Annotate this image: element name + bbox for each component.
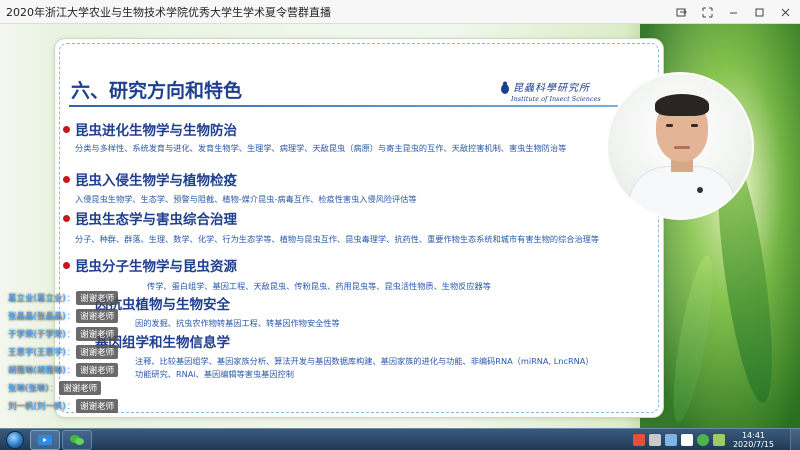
clock-time: 14:41 [741, 431, 766, 440]
chat-text: 谢谢老师 [76, 398, 119, 413]
chat-message: 张晶晶(张晶晶)：谢谢老师 [8, 307, 138, 324]
taskbar: 14:41 2020/7/15 [0, 428, 800, 450]
section-description-continued: 功能研究、RNAi、基因编辑等害虫基因控制 [135, 369, 294, 379]
chat-message: 于学荣(于学荣)：谢谢老师 [8, 325, 138, 342]
research-section: 昆虫生态学与害虫综合治理 分子、种群、群落、生理、数学、化学、行为生态学等、植物… [63, 208, 603, 245]
live-stream-stage: 六、研究方向和特色 昆蟲科學研究所 Institute of Insect Sc… [0, 24, 800, 428]
research-section: 基因组学和生物信息学 注释、比较基因组学、基因家族分析、算法开发与基因数据库构建… [95, 331, 635, 380]
chat-text: 谢谢老师 [76, 344, 119, 359]
section-description: 因的发掘、抗虫农作物转基因工程、转基因作物安全性等 [135, 318, 340, 328]
chat-overlay: 葛立业(葛立业)：谢谢老师 张晶晶(张晶晶)：谢谢老师 于学荣(于学荣)：谢谢老… [8, 289, 138, 415]
system-tray: 14:41 2020/7/15 [629, 429, 800, 450]
chat-message: 王思宇(王思宇)：谢谢老师 [8, 343, 138, 360]
chat-message: 葛立业(葛立业)：谢谢老师 [8, 289, 138, 306]
tray-app-icon[interactable] [648, 434, 661, 446]
clock-date: 2020/7/15 [732, 440, 774, 449]
chat-sender: 刘一帆(刘一帆) [8, 401, 66, 412]
logo-english-text: Institute of Insect Sciences [511, 95, 601, 103]
chat-sender: 胡雅琳(胡雅琳) [8, 365, 66, 376]
chat-text: 谢谢老师 [76, 290, 119, 305]
chat-sender: 于学荣(于学荣) [8, 329, 66, 340]
chat-text: 谢谢老师 [76, 362, 119, 377]
chat-text: 谢谢老师 [59, 380, 102, 395]
section-description: 注释、比较基因组学、基因家族分析、算法开发与基因数据库构建、基因家族的进化与功能… [135, 356, 594, 366]
bullet-icon [63, 125, 70, 133]
tray-app-icon[interactable] [664, 434, 677, 446]
institute-logo: 昆蟲科學研究所 Institute of Insect Sciences [499, 79, 615, 103]
research-section: 因抗虫植物与生物安全 因的发掘、抗虫农作物转基因工程、转基因作物安全性等 [95, 293, 635, 329]
section-heading: 昆虫分子生物学与昆虫资源 [75, 259, 237, 275]
window-title: 2020年浙江大学农业与生物技术学院优秀大学生学术夏令营群直播 [6, 5, 331, 19]
section-description: 入侵昆虫生物学、生态学、预警与阻截、植物-媒介昆虫-病毒互作、检疫性害虫入侵风险… [75, 194, 417, 204]
presenter-hair [655, 94, 709, 116]
presenter-webcam [606, 72, 754, 220]
restore-icon[interactable] [696, 1, 718, 23]
bullet-icon [63, 214, 70, 222]
chat-text: 谢谢老师 [76, 326, 119, 341]
security-icon[interactable] [696, 434, 709, 446]
section-description: 分子、种群、群落、生理、数学、化学、行为生态学等、植物与昆虫互作、昆虫毒理学、抗… [75, 234, 600, 244]
chat-sender: 葛立业(葛立业) [8, 293, 66, 304]
window-title-bar: 2020年浙江大学农业与生物技术学院优秀大学生学术夏令营群直播 [0, 0, 800, 24]
show-desktop-button[interactable] [790, 429, 800, 450]
chat-message: 刘一帆(刘一帆)：谢谢老师 [8, 397, 138, 414]
taskbar-app-wechat[interactable] [62, 430, 92, 450]
section-heading: 昆虫生态学与害虫综合治理 [75, 212, 237, 228]
section-heading: 昆虫入侵生物学与植物检疫 [75, 173, 237, 189]
section-description: 传学、蛋白组学、基因工程、天敌昆虫、传粉昆虫、药用昆虫等、昆虫活性物质、生物反应… [147, 281, 491, 291]
input-method-icon[interactable] [632, 434, 645, 446]
network-icon[interactable] [680, 434, 693, 446]
chat-message: 胡雅琳(胡雅琳)：谢谢老师 [8, 361, 138, 378]
chat-text: 谢谢老师 [76, 308, 119, 323]
window-controls [666, 0, 796, 24]
section-description: 分类与多样性、系统发育与进化、发育生物学、生理学、病理学、天敌昆虫（病原）与寄主… [75, 143, 567, 153]
chat-sender: 王思宇(王思宇) [8, 347, 66, 358]
volume-icon[interactable] [712, 434, 725, 446]
minimize-icon[interactable] [722, 1, 744, 23]
start-button[interactable] [2, 430, 28, 450]
title-divider [69, 105, 649, 107]
logo-chinese-text: 昆蟲科學研究所 [513, 83, 590, 94]
presenter-shirt [628, 166, 736, 218]
slide-title: 六、研究方向和特色 [71, 80, 243, 102]
presenter-eye [666, 124, 673, 127]
system-clock[interactable]: 14:41 2020/7/15 [733, 431, 774, 449]
bullet-icon [63, 261, 70, 269]
share-icon[interactable] [670, 1, 692, 23]
shirt-logo-icon [697, 187, 703, 193]
maximize-icon[interactable] [748, 1, 770, 23]
research-section: 昆虫入侵生物学与植物检疫 入侵昆虫生物学、生态学、预警与阻截、植物-媒介昆虫-病… [63, 169, 603, 205]
bullet-icon [63, 175, 70, 183]
presentation-slide: 六、研究方向和特色 昆蟲科學研究所 Institute of Insect Sc… [55, 39, 663, 417]
taskbar-app-livestream[interactable] [30, 430, 60, 450]
research-section: 昆虫分子生物学与昆虫资源 传学、蛋白组学、基因工程、天敌昆虫、传粉昆虫、药用昆虫… [63, 255, 603, 292]
chat-sender: 张琳(张琳) [8, 383, 49, 394]
chat-sender: 张晶晶(张晶晶) [8, 311, 66, 322]
beetle-logo-icon [501, 81, 509, 94]
livestream-app-icon [38, 435, 52, 445]
presenter-eye [691, 124, 698, 127]
research-section: 昆虫进化生物学与生物防治 分类与多样性、系统发育与进化、发育生物学、生理学、病理… [63, 119, 603, 154]
chat-message: 张琳(张琳)：谢谢老师 [8, 379, 138, 396]
presenter-mouth [674, 146, 690, 149]
close-icon[interactable] [774, 1, 796, 23]
section-heading: 昆虫进化生物学与生物防治 [75, 123, 237, 139]
windows-logo-icon [6, 431, 24, 449]
wechat-icon [70, 435, 84, 445]
